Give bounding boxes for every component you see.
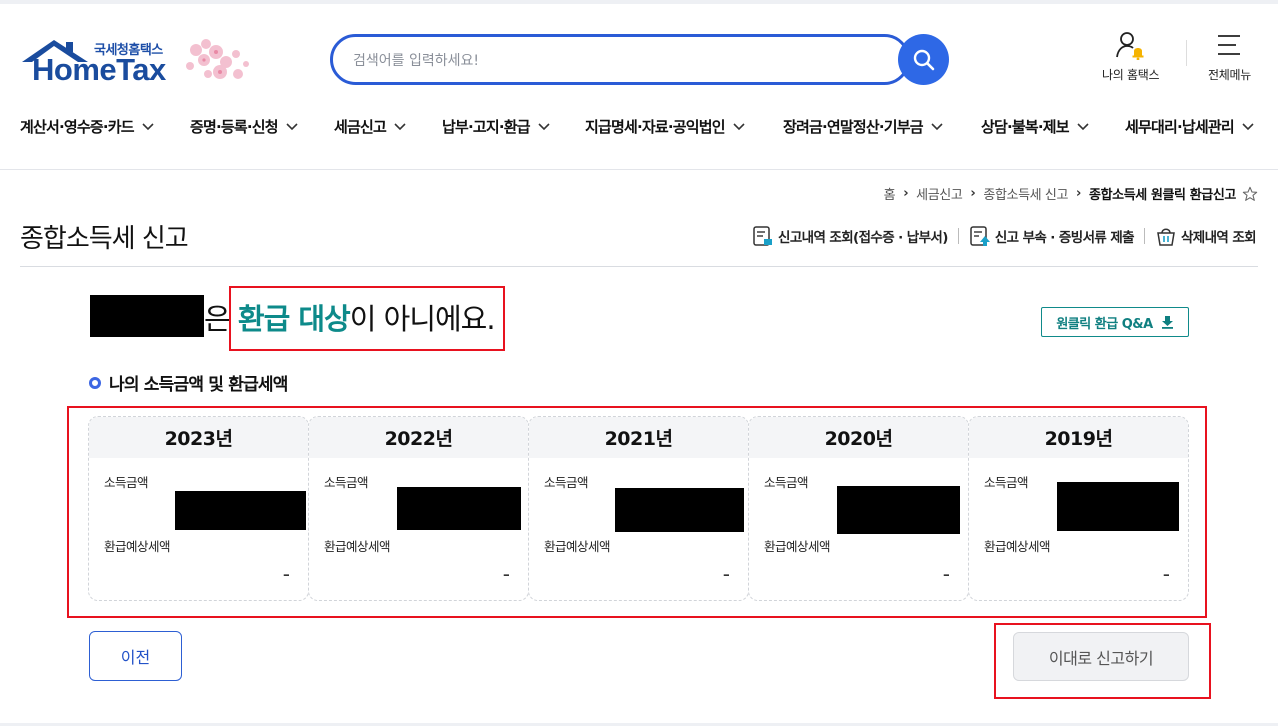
annotation-box-result [229,286,505,351]
chevron-down-icon [394,122,406,130]
download-icon [1161,316,1173,329]
breadcrumb: 홈 › 세금신고 › 종합소득세 신고 › 종합소득세 원클릭 환급신고 [884,184,1258,203]
prev-button[interactable]: 이전 [89,631,182,681]
user-bell-icon [1115,32,1144,60]
breadcrumb-income-tax[interactable]: 종합소득세 신고 [983,184,1068,203]
cherry-blossom-icon [186,39,249,79]
nav-item-label: 납부·고지·환급 [442,118,531,136]
nav-item-label: 지급명세·자료·공익법인 [585,118,726,136]
page-actions: 신고내역 조회(접수증 · 납부서) 신고 부속 · 증빙서류 제출 삭제내역 … [752,225,1257,247]
nav-item-payment[interactable]: 납부·고지·환급 [442,116,550,137]
chevron-down-icon [1077,122,1089,130]
nav-item-tax-report[interactable]: 세금신고 [334,116,406,137]
chevron-down-icon [1242,122,1254,130]
search-bar [330,34,950,85]
page-title: 종합소득세 신고 [20,224,189,254]
action-divider [957,228,959,244]
nav-item-label: 세무대리·납세관리 [1125,118,1235,136]
bullet-circle-icon [89,376,101,389]
trash-basket-icon [1157,228,1175,246]
my-hometax-button[interactable]: 나의 홈택스 [1102,30,1160,83]
nav-item-consult[interactable]: 상담·불복·제보 [981,116,1089,137]
global-nav: 계산서·영수증·카드 증명·등록·신청 세금신고 납부·고지·환급 지급명세·자… [0,110,1278,146]
section-title-text: 나의 소득금액 및 환급세액 [109,375,288,395]
attach-documents-link[interactable]: 신고 부속 · 증빙서류 제출 [969,225,1135,247]
chevron-down-icon [931,122,943,130]
redacted-name [90,295,204,337]
nav-item-invoice[interactable]: 계산서·영수증·카드 [20,116,154,137]
attach-documents-label: 신고 부속 · 증빙서류 제출 [994,230,1135,246]
chevron-down-icon [286,122,298,130]
nav-item-label: 장려금·연말정산·기부금 [783,118,924,136]
logo-big-text: HomeTax [32,52,166,87]
nav-item-statements[interactable]: 지급명세·자료·공익법인 [585,116,745,137]
breadcrumb-separator: › [903,186,909,201]
section-title: 나의 소득금액 및 환급세액 [89,370,288,395]
search-box [330,34,910,85]
report-history-label: 신고내역 조회(접수증 · 납부서) [778,230,948,246]
chevron-down-icon [142,122,154,130]
document-search-icon [753,226,773,246]
breadcrumb-tax-report[interactable]: 세금신고 [916,184,963,203]
nav-item-label: 세금신고 [334,118,387,136]
hamburger-icon [1218,35,1241,55]
my-hometax-label: 나의 홈택스 [1102,68,1160,82]
breadcrumb-separator: › [1076,186,1082,201]
nav-item-label: 상담·불복·제보 [981,118,1070,136]
search-button[interactable] [898,34,949,85]
action-divider [1143,228,1145,244]
star-icon[interactable] [1242,186,1258,202]
nav-item-certificate[interactable]: 증명·등록·신청 [190,116,298,137]
deleted-history-link[interactable]: 삭제내역 조회 [1155,225,1257,247]
annotation-box-cards [67,406,1207,618]
title-divider [20,266,1258,267]
qa-button-label: 원클릭 환급 Q&A [1056,316,1153,332]
breadcrumb-home[interactable]: 홈 [884,184,896,203]
chevron-down-icon [538,122,550,130]
search-input[interactable] [353,49,873,73]
annotation-box-submit [994,623,1211,699]
top-strip [0,0,1278,4]
nav-item-agent[interactable]: 세무대리·납세관리 [1125,116,1254,137]
breadcrumb-separator: › [970,186,976,201]
search-icon [913,49,934,70]
upload-document-icon [970,226,990,246]
utility-divider [1186,40,1187,66]
report-history-link[interactable]: 신고내역 조회(접수증 · 납부서) [752,225,948,247]
all-menu-button[interactable]: 전체메뉴 [1208,30,1251,83]
nav-item-incentives[interactable]: 장려금·연말정산·기부금 [783,116,943,137]
nav-divider [0,169,1278,170]
refund-qa-download-button[interactable]: 원클릭 환급 Q&A [1041,307,1189,337]
breadcrumb-current: 종합소득세 원클릭 환급신고 [1089,188,1236,203]
chevron-down-icon [733,122,745,130]
hometax-logo[interactable]: 국세청홈택스 HomeTax [18,34,258,90]
nav-item-label: 증명·등록·신청 [190,118,279,136]
nav-item-label: 계산서·영수증·카드 [20,118,135,136]
deleted-history-label: 삭제내역 조회 [1180,230,1257,246]
all-menu-label: 전체메뉴 [1208,68,1251,82]
